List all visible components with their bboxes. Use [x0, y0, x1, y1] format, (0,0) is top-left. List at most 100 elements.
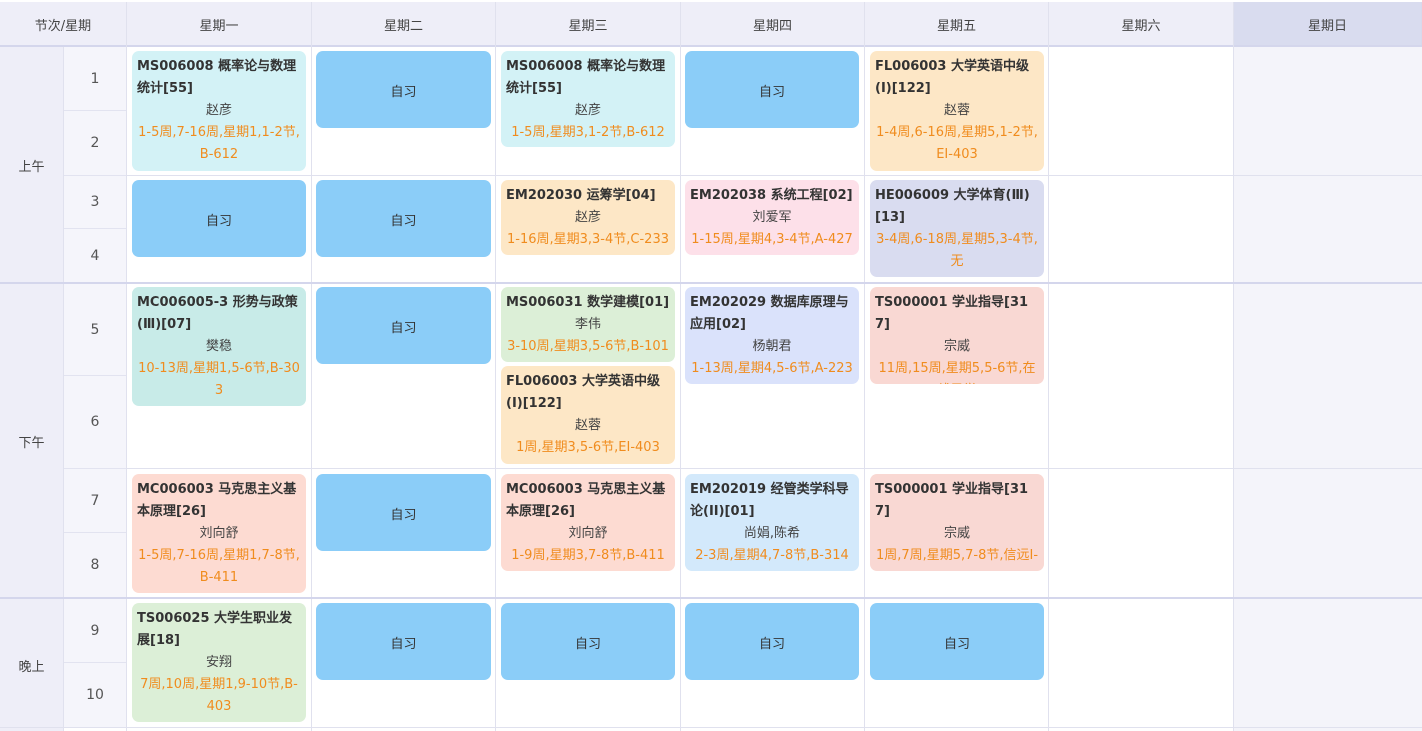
course-card[interactable]: MC006003 马克思主义基本原理[26] 刘向舒 1-5周,7-16周,星期… [132, 474, 306, 593]
course-teacher: 樊稳 [205, 339, 232, 354]
course-teacher: 刘向舒 [199, 526, 239, 541]
course-teacher: 宗威 [943, 526, 970, 541]
course-title: TS000001 学业指导[317] [875, 295, 1029, 332]
day-header-tue: 星期二 [312, 2, 496, 46]
course-title: HE006009 大学体育(Ⅲ)[13] [875, 188, 1030, 225]
grid-line [864, 2, 865, 731]
course-card[interactable]: MS006031 数学建模[01] 李伟 3-10周,星期3,5-6节,B-10… [501, 287, 675, 362]
course-card[interactable]: MS006008 概率论与数理统计[55] 赵彦 1-5周,星期3,1-2节,B… [501, 51, 675, 147]
timetable: 节次/星期 星期一 星期二 星期三 星期四 星期五 星期六 星期日 上午 下午 … [0, 0, 1422, 731]
section-divider [0, 597, 1422, 599]
course-card[interactable]: FL006003 大学英语中级(I)[122] 赵蓉 1-4周,6-16周,星期… [870, 51, 1044, 171]
course-info: 1-9周,星期3,7-8节,B-411 [511, 548, 665, 563]
course-card[interactable]: MC006003 马克思主义基本原理[26] 刘向舒 1-9周,星期3,7-8节… [501, 474, 675, 571]
grid-line [1233, 2, 1234, 731]
period-3: 3 [64, 176, 126, 229]
section-evening: 晚上 [0, 599, 63, 731]
course-teacher: 杨朝君 [752, 339, 792, 354]
course-info: 2-3周,星期4,7-8节,B-314 [695, 548, 849, 563]
grid-line [127, 175, 1422, 176]
course-title: FL006003 大学英语中级(I)[122] [506, 374, 660, 411]
grid-line [311, 2, 312, 731]
period-9: 9 [64, 599, 126, 663]
course-info: 1-15周,星期4,3-4节,A-427 [691, 232, 853, 247]
grid-line [127, 468, 1422, 469]
self-study-block[interactable]: 自习 [132, 180, 306, 257]
course-teacher: 尚娟,陈希 [743, 526, 801, 541]
course-card[interactable]: FL006003 大学英语中级(I)[122] 赵蓉 1周,星期3,5-6节,E… [501, 366, 675, 464]
course-teacher: 赵彦 [574, 210, 601, 225]
self-study-block[interactable]: 自习 [685, 603, 859, 680]
course-info: 1-5周,星期3,1-2节,B-612 [511, 125, 665, 140]
course-info: 10-13周,星期1,5-6节,B-303 [138, 361, 300, 398]
course-info: 3-10周,星期3,5-6节,B-101 [507, 339, 669, 354]
period-10: 10 [64, 663, 126, 728]
course-card[interactable]: TS000001 学业指导[317] 宗威 11周,15周,星期5,5-6节,在… [870, 287, 1044, 384]
course-teacher: 安翔 [205, 655, 232, 670]
grid-line [0, 727, 1422, 728]
self-study-block[interactable]: 自习 [501, 603, 675, 680]
course-title: MS006008 概率论与数理统计[55] [137, 59, 297, 96]
course-info: 1周,7周,星期5,7-8节,信远I-114 [875, 548, 1039, 571]
grid-line [495, 2, 496, 731]
course-card[interactable]: EM202029 数据库原理与应用[02] 杨朝君 1-13周,星期4,5-6节… [685, 287, 859, 384]
course-teacher: 宗威 [943, 339, 970, 354]
grid-line [680, 2, 681, 731]
period-7: 7 [64, 469, 126, 533]
day-header-mon: 星期一 [127, 2, 312, 46]
self-study-block[interactable]: 自习 [870, 603, 1044, 680]
course-title: MC006005-3 形势与政策(Ⅲ)[07] [137, 295, 298, 332]
course-teacher: 赵彦 [574, 103, 601, 118]
day-header-thu: 星期四 [681, 2, 865, 46]
course-title: EM202029 数据库原理与应用[02] [690, 295, 849, 332]
day-header-wed: 星期三 [496, 2, 681, 46]
course-card[interactable]: MS006008 概率论与数理统计[55] 赵彦 1-5周,7-16周,星期1,… [132, 51, 306, 171]
course-title: MC006003 马克思主义基本原理[26] [506, 482, 666, 519]
period-4: 4 [64, 229, 126, 283]
course-card[interactable]: HE006009 大学体育(Ⅲ)[13] 3-4周,6-18周,星期5,3-4节… [870, 180, 1044, 277]
course-card[interactable]: TS000001 学业指导[317] 宗威 1周,7周,星期5,7-8节,信远I… [870, 474, 1044, 571]
course-info: 1-13周,星期4,5-6节,A-223 [691, 361, 853, 376]
grid-line [126, 2, 127, 731]
grid-line [1048, 2, 1049, 731]
course-info: 11周,15周,星期5,5-6节,在线导学 [878, 361, 1036, 384]
period-8: 8 [64, 533, 126, 598]
course-card[interactable]: MC006005-3 形势与政策(Ⅲ)[07] 樊稳 10-13周,星期1,5-… [132, 287, 306, 406]
course-teacher: 赵彦 [205, 103, 232, 118]
grid-line [63, 47, 64, 731]
self-study-block[interactable]: 自习 [316, 51, 491, 128]
self-study-block[interactable]: 自习 [685, 51, 859, 128]
course-info: 7周,10周,星期1,9-10节,B-403 [140, 677, 298, 714]
header-divider [0, 45, 1422, 47]
self-study-block[interactable]: 自习 [316, 180, 491, 257]
course-title: EM202019 经管类学科导论(II)[01] [690, 482, 849, 519]
period-2: 2 [64, 111, 126, 176]
day-header-sat: 星期六 [1049, 2, 1234, 46]
course-teacher: 刘向舒 [568, 526, 608, 541]
self-study-block[interactable]: 自习 [316, 474, 491, 551]
course-card[interactable]: EM202038 系统工程[02] 刘爱军 1-15周,星期4,3-4节,A-4… [685, 180, 859, 255]
course-info: 1-5周,7-16周,星期1,7-8节,B-411 [138, 548, 300, 585]
course-teacher: 赵蓉 [574, 418, 601, 433]
day-header-sun: 星期日 [1234, 2, 1422, 46]
course-info: 1-16周,星期3,3-4节,C-233 [507, 232, 669, 247]
self-study-block[interactable]: 自习 [316, 603, 491, 680]
section-morning: 上午 [0, 47, 63, 283]
course-info: 3-4周,6-18周,星期5,3-4节,无 [876, 232, 1038, 269]
course-title: TS006025 大学生职业发展[18] [137, 611, 293, 648]
course-info: 1-5周,7-16周,星期1,1-2节,B-612 [138, 125, 300, 162]
section-afternoon: 下午 [0, 284, 63, 598]
course-card[interactable]: TS006025 大学生职业发展[18] 安翔 7周,10周,星期1,9-10节… [132, 603, 306, 722]
course-info: 1周,星期3,5-6节,EI-403 [516, 440, 660, 455]
self-study-block[interactable]: 自习 [316, 287, 491, 364]
course-title: TS000001 学业指导[317] [875, 482, 1029, 519]
course-info: 1-4周,6-16周,星期5,1-2节,EI-403 [876, 125, 1038, 162]
course-title: EM202030 运筹学[04] [506, 188, 656, 203]
course-card[interactable]: EM202019 经管类学科导论(II)[01] 尚娟,陈希 2-3周,星期4,… [685, 474, 859, 571]
course-teacher: 刘爱军 [752, 210, 792, 225]
corner-header: 节次/星期 [0, 2, 127, 46]
day-header-fri: 星期五 [865, 2, 1049, 46]
course-teacher: 李伟 [574, 317, 601, 332]
course-title: EM202038 系统工程[02] [690, 188, 853, 203]
course-card[interactable]: EM202030 运筹学[04] 赵彦 1-16周,星期3,3-4节,C-233 [501, 180, 675, 255]
